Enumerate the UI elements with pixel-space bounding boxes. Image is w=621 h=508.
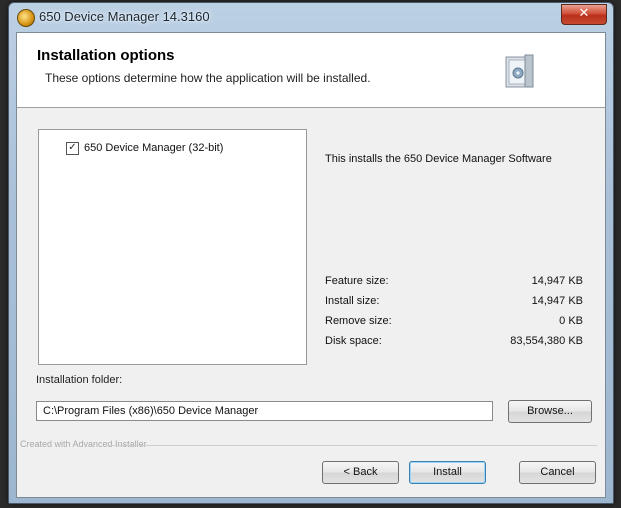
cancel-button[interactable]: Cancel xyxy=(519,461,596,484)
stat-label: Feature size: xyxy=(325,275,389,287)
installer-brand: Created with Advanced Installer xyxy=(20,439,147,449)
dialog-body: Installation options These options deter… xyxy=(16,32,606,498)
stat-value: 0 KB xyxy=(559,315,583,327)
header-panel: Installation options These options deter… xyxy=(17,33,605,108)
close-icon: ✕ xyxy=(578,6,590,21)
install-folder-label: Installation folder: xyxy=(36,374,123,386)
stat-row: Feature size: 14,947 KB xyxy=(325,271,583,291)
feature-tree[interactable]: ✓ 650 Device Manager (32-bit) xyxy=(38,129,307,365)
feature-item[interactable]: ✓ 650 Device Manager (32-bit) xyxy=(66,140,223,156)
feature-description: This installs the 650 Device Manager Sof… xyxy=(325,153,552,165)
app-icon xyxy=(17,9,35,27)
feature-label: 650 Device Manager (32-bit) xyxy=(84,142,224,154)
setup-box-icon xyxy=(505,54,534,88)
stat-row: Install size: 14,947 KB xyxy=(325,291,583,311)
install-button[interactable]: Install xyxy=(409,461,486,484)
stat-value: 83,554,380 KB xyxy=(510,335,583,347)
stat-value: 14,947 KB xyxy=(531,295,583,307)
stat-label: Remove size: xyxy=(325,315,392,327)
back-button[interactable]: < Back xyxy=(322,461,399,484)
stat-row: Remove size: 0 KB xyxy=(325,311,583,331)
browse-button[interactable]: Browse... xyxy=(508,400,592,423)
page-subtitle: These options determine how the applicat… xyxy=(45,71,371,85)
title-bar[interactable]: 650 Device Manager 14.3160 ✕ xyxy=(9,3,613,31)
installer-window: 650 Device Manager 14.3160 ✕ Installatio… xyxy=(8,2,614,504)
stat-row: Disk space: 83,554,380 KB xyxy=(325,331,583,351)
checkbox-icon[interactable]: ✓ xyxy=(66,141,79,155)
size-stats: Feature size: 14,947 KB Install size: 14… xyxy=(325,271,583,351)
page-title: Installation options xyxy=(37,47,175,64)
divider xyxy=(107,445,597,446)
stat-label: Install size: xyxy=(325,295,380,307)
stat-value: 14,947 KB xyxy=(531,275,583,287)
window-title: 650 Device Manager 14.3160 xyxy=(39,9,210,24)
close-button[interactable]: ✕ xyxy=(561,4,607,25)
install-folder-input[interactable]: C:\Program Files (x86)\650 Device Manage… xyxy=(36,401,493,421)
stat-label: Disk space: xyxy=(325,335,382,347)
